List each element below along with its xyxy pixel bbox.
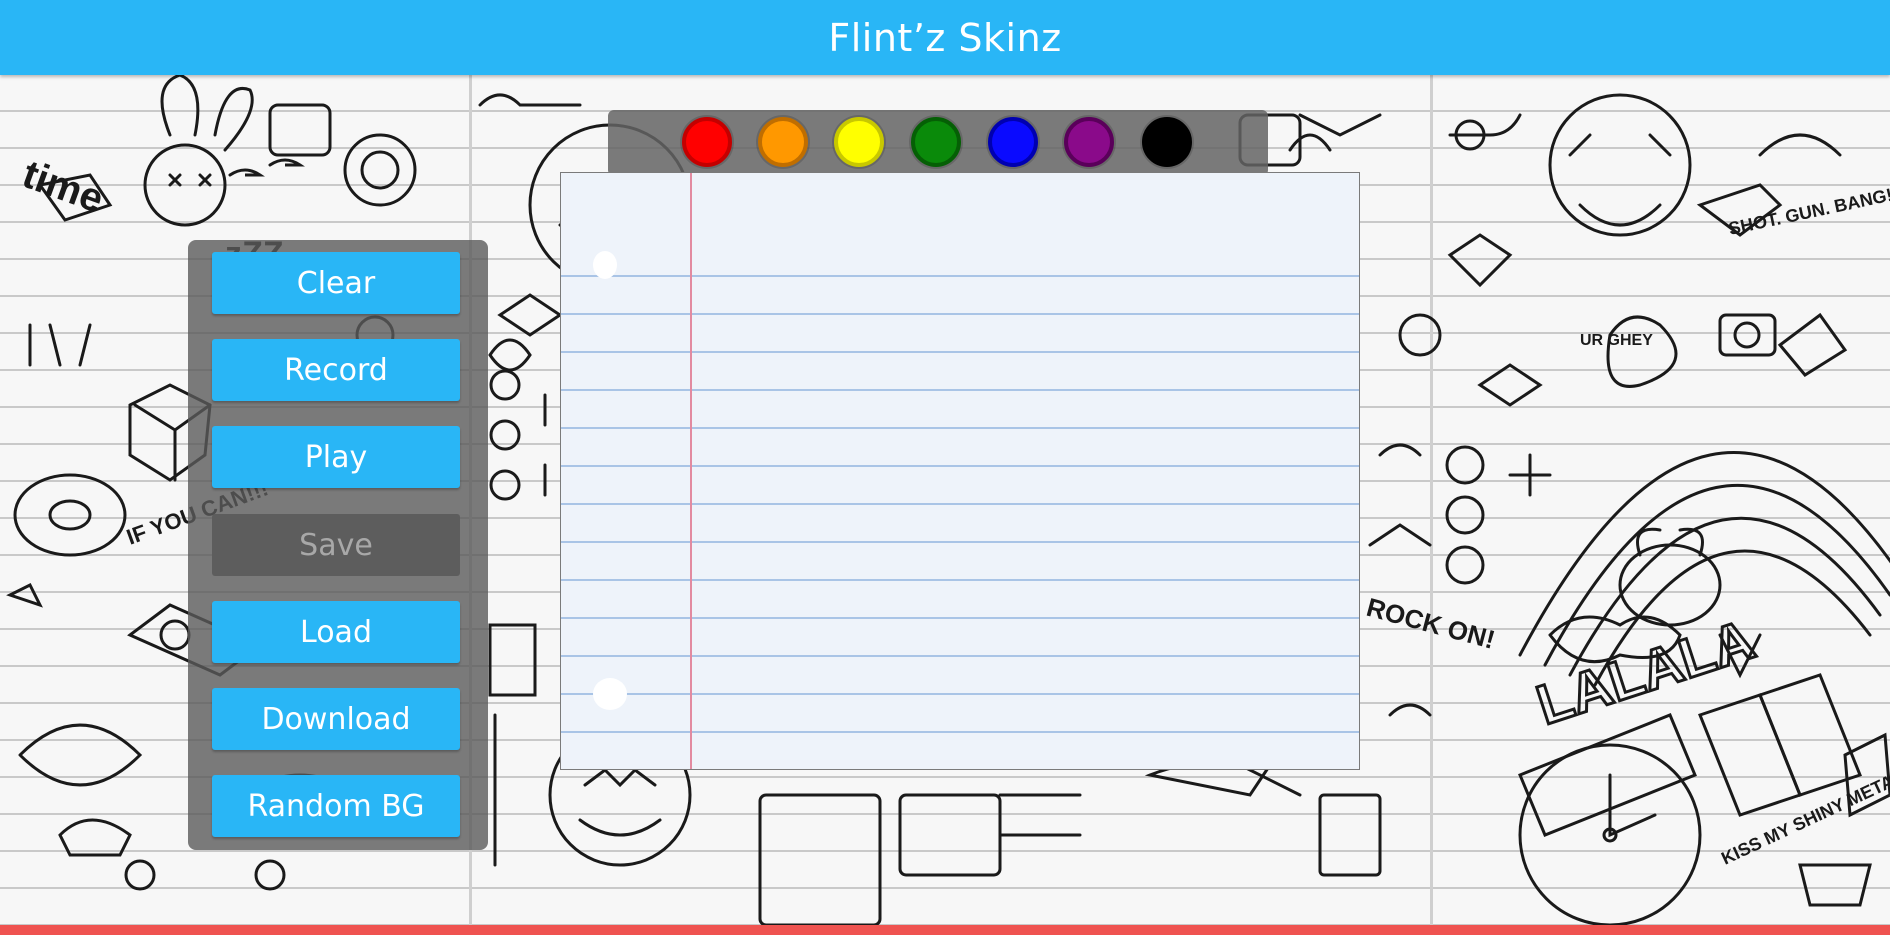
- svg-text:SHOT. GUN. BANG!: SHOT. GUN. BANG!: [1727, 185, 1890, 239]
- color-swatch-black[interactable]: [1142, 117, 1192, 167]
- download-button[interactable]: Download: [212, 688, 460, 750]
- color-swatch-blue[interactable]: [988, 117, 1038, 167]
- play-button[interactable]: Play: [212, 426, 460, 488]
- color-swatch-green[interactable]: [911, 117, 961, 167]
- load-button[interactable]: Load: [212, 601, 460, 663]
- app-title: Flint’z Skinz: [828, 15, 1062, 60]
- paper-hole-mark: [593, 678, 627, 710]
- color-swatch-red[interactable]: [682, 117, 732, 167]
- control-panel: Clear Record Play Save Load Download Ran…: [188, 240, 488, 850]
- color-swatch-purple[interactable]: [1064, 117, 1114, 167]
- canvas-margin-line: [690, 173, 692, 769]
- bottom-accent-bar: [0, 925, 1890, 935]
- save-button[interactable]: Save: [212, 514, 460, 576]
- random-bg-button[interactable]: Random BG: [212, 775, 460, 837]
- color-palette: [608, 110, 1268, 176]
- app-header: Flint’z Skinz: [0, 0, 1890, 75]
- svg-text:LALALA: LALALA: [1529, 607, 1761, 736]
- clear-button[interactable]: Clear: [212, 252, 460, 314]
- canvas-header-space: [561, 173, 1359, 239]
- record-button[interactable]: Record: [212, 339, 460, 401]
- svg-text:UR GHEY: UR GHEY: [1580, 332, 1653, 349]
- drawing-canvas[interactable]: [560, 172, 1360, 770]
- svg-text:ROCK ON!: ROCK ON!: [1363, 592, 1498, 655]
- paper-hole-mark: [593, 251, 617, 279]
- svg-text:time: time: [17, 152, 109, 221]
- color-swatch-yellow[interactable]: [834, 117, 884, 167]
- color-swatch-orange[interactable]: [758, 117, 808, 167]
